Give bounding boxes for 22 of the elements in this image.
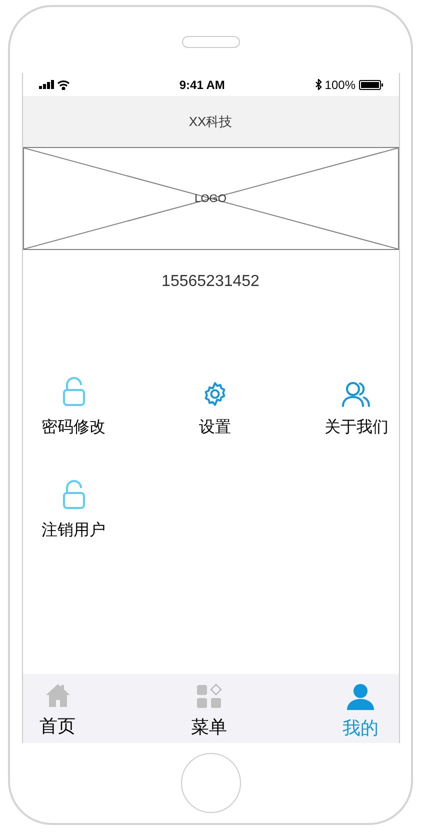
padlock-icon: [62, 377, 86, 407]
wifi-icon: [56, 80, 70, 90]
phone-number: 15565231452: [162, 272, 260, 292]
tab-item[interactable]: 首页: [40, 683, 76, 743]
users-icon: [342, 381, 370, 407]
battery-percent: 100%: [324, 76, 356, 94]
apps-icon: [196, 683, 222, 709]
person-icon: [347, 683, 374, 710]
menu-item[interactable]: 设置: [198, 377, 231, 440]
battery-icon: [358, 80, 382, 90]
menu-item[interactable]: 密码修改: [42, 377, 106, 440]
menu-item[interactable]: 关于我们: [324, 377, 388, 440]
speaker-slot: [182, 36, 240, 48]
tab-item[interactable]: 菜单: [191, 683, 227, 743]
status-time: 9:41 AM: [179, 76, 225, 94]
bluetooth-icon: [314, 79, 322, 90]
home-icon: [44, 683, 70, 708]
menu-item[interactable]: 注销用户: [42, 480, 106, 543]
home-button[interactable]: [180, 753, 240, 813]
header-title: XX科技: [188, 112, 232, 131]
signal-icon: [38, 80, 54, 89]
padlock-icon: [62, 480, 86, 510]
